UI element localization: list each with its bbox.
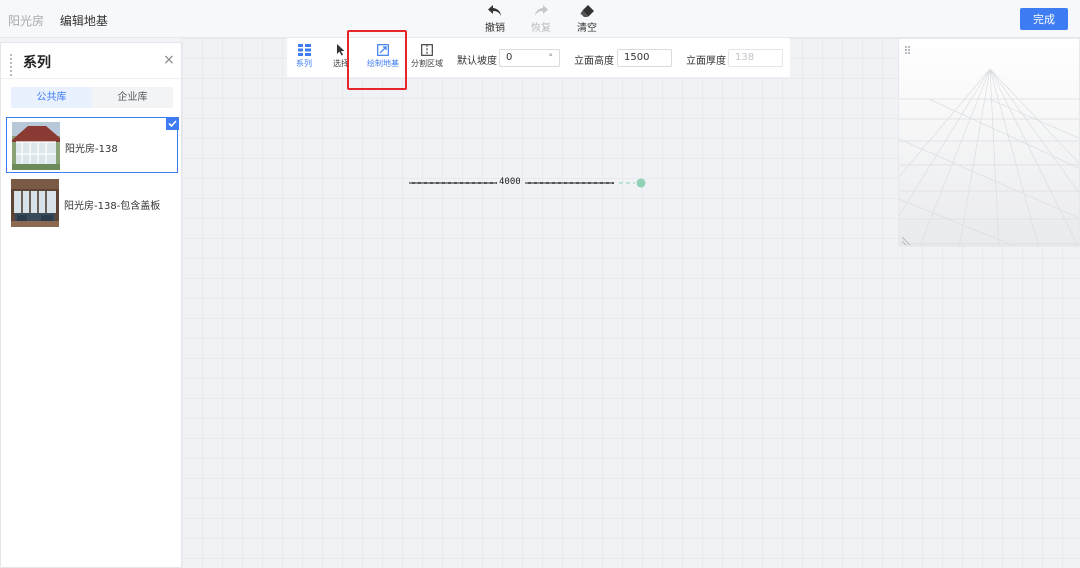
history-controls: 撤销 恢复 清空: [478, 4, 604, 34]
tool-split-area[interactable]: 分割区域: [411, 44, 443, 69]
series-item-name: 阳光房-138-包含盖板: [64, 201, 161, 212]
series-item[interactable]: 阳光房-138: [6, 117, 179, 173]
dimension-label: 4000: [499, 177, 521, 187]
3d-preview[interactable]: [898, 38, 1080, 247]
series-panel: 系列 × 公共库 企业库 阳光房-138 阳光房-138-包含盖板: [0, 42, 182, 568]
base-line: [409, 178, 646, 188]
panel-title: 系列: [23, 55, 51, 71]
drag-handle-icon[interactable]: [10, 54, 16, 76]
redo-icon: [535, 5, 548, 16]
height-label: 立面高度: [574, 56, 614, 67]
endpoint-handle[interactable]: [636, 178, 646, 188]
done-button[interactable]: 完成: [1020, 8, 1068, 30]
breadcrumb: 阳光房 编辑地基: [8, 12, 108, 29]
draw-base-icon: [377, 44, 389, 56]
height-input[interactable]: 1500: [617, 49, 672, 67]
drawing-toolbar: 系列 选择 绘制地基 分割区域 默认坡度 0 ° 立面高度 1500 立面厚度 …: [287, 38, 790, 77]
clear-button[interactable]: 清空: [570, 4, 604, 34]
series-thumbnail: [12, 122, 60, 170]
clear-label: 清空: [577, 23, 597, 34]
list-icon: [297, 44, 311, 56]
tool-select-label: 选择: [333, 59, 349, 68]
slope-value: 0: [506, 52, 513, 63]
thickness-label: 立面厚度: [686, 56, 726, 67]
tool-split-area-label: 分割区域: [411, 59, 443, 68]
redo-label: 恢复: [531, 23, 551, 34]
tool-select[interactable]: 选择: [333, 44, 349, 69]
cursor-icon: [337, 44, 345, 56]
slope-input[interactable]: 0 °: [499, 49, 560, 67]
undo-button[interactable]: 撤销: [478, 4, 512, 34]
series-item-name: 阳光房-138: [65, 144, 118, 155]
height-value: 1500: [624, 52, 650, 63]
split-area-icon: [421, 44, 433, 56]
tool-series-label: 系列: [296, 59, 312, 68]
base-line-drawing[interactable]: 4000: [405, 172, 655, 194]
perspective-grid: [899, 39, 1079, 246]
redo-button[interactable]: 恢复: [524, 4, 558, 34]
eraser-icon: [580, 5, 594, 17]
top-bar: 阳光房 编辑地基 撤销 恢复 清空 完成: [0, 0, 1080, 38]
thickness-input: 138: [728, 49, 783, 67]
panel-header: 系列 ×: [1, 43, 181, 79]
undo-label: 撤销: [485, 23, 505, 34]
selected-check-icon: [166, 117, 179, 130]
series-item[interactable]: 阳光房-138-包含盖板: [6, 175, 178, 231]
slope-label: 默认坡度: [457, 56, 497, 67]
library-tabs: 公共库 企业库: [11, 87, 173, 108]
series-thumbnail: [11, 179, 59, 227]
undo-icon: [488, 5, 501, 16]
tab-enterprise-library[interactable]: 企业库: [92, 87, 173, 108]
tool-draw-base-label: 绘制地基: [367, 59, 399, 68]
tool-draw-base[interactable]: 绘制地基: [367, 44, 399, 69]
breadcrumb-current: 编辑地基: [59, 14, 108, 28]
thickness-value: 138: [735, 52, 755, 63]
slope-unit: °: [548, 53, 554, 63]
close-icon[interactable]: ×: [163, 52, 175, 68]
breadcrumb-root[interactable]: 阳光房: [8, 14, 44, 28]
tool-series[interactable]: 系列: [296, 44, 312, 69]
tab-public-library[interactable]: 公共库: [11, 87, 92, 108]
